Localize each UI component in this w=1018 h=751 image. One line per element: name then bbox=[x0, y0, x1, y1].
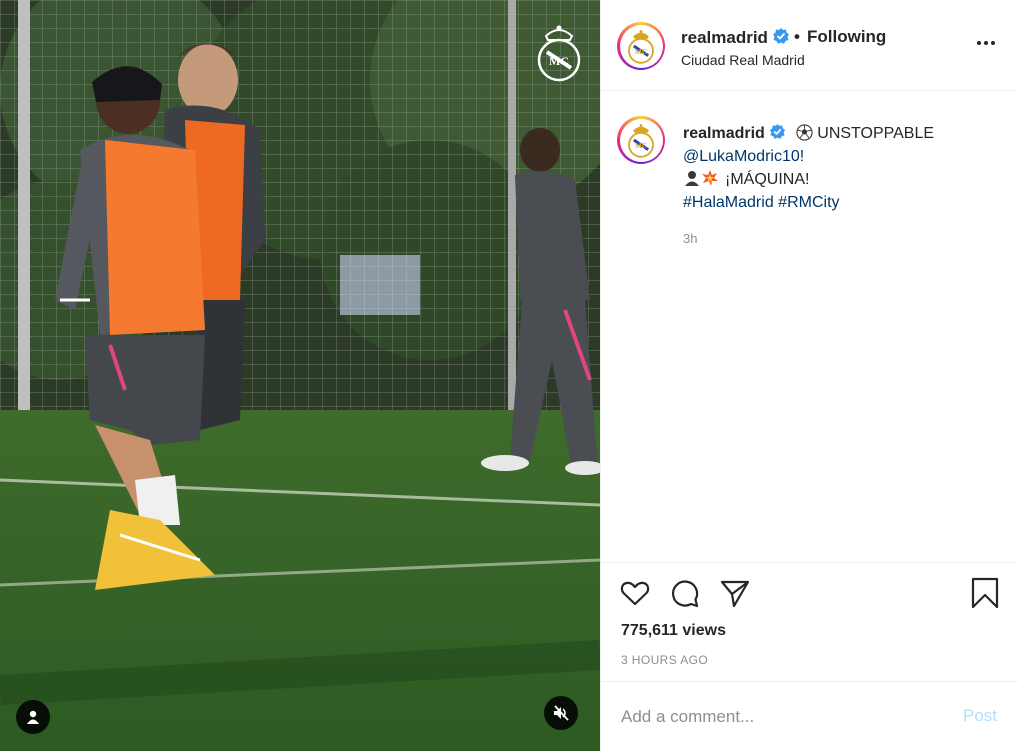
avatar[interactable]: MC bbox=[617, 22, 665, 70]
post-side-panel: MC realmadrid • Following Ciudad Real Ma… bbox=[600, 0, 1018, 751]
training-video-frame bbox=[0, 0, 600, 751]
post-header: MC realmadrid • Following Ciudad Real Ma… bbox=[601, 0, 1018, 91]
comment-icon[interactable] bbox=[669, 577, 701, 609]
instagram-post-modal: MC MC realmadrid • Following Ciudad Real… bbox=[0, 0, 1018, 751]
caption-line-3: ¡MÁQUINA! bbox=[683, 168, 1003, 191]
ellipsis-icon bbox=[977, 41, 981, 45]
action-bar: 775,611 views 3 HOURS AGO bbox=[601, 562, 1018, 667]
tagged-users-button[interactable] bbox=[16, 700, 50, 734]
hashtag-link[interactable]: #HalaMadrid bbox=[683, 194, 774, 211]
post-video[interactable]: MC bbox=[0, 0, 600, 751]
svg-text:MC: MC bbox=[635, 142, 647, 150]
user-tag-icon bbox=[27, 710, 39, 724]
comment-bar: Post bbox=[601, 681, 1018, 751]
more-options-button[interactable] bbox=[977, 38, 999, 48]
caption-timestamp[interactable]: 3h bbox=[683, 231, 697, 246]
caption-line-2: @LukaModric10! bbox=[683, 145, 1003, 168]
verified-badge-icon bbox=[769, 123, 785, 139]
header-username[interactable]: realmadrid bbox=[681, 27, 790, 48]
bust-silhouette-icon bbox=[685, 171, 699, 186]
real-madrid-crest-watermark: MC bbox=[537, 25, 581, 82]
caption-line-4: #HalaMadrid #RMCity bbox=[683, 191, 1003, 214]
comment-input[interactable] bbox=[619, 702, 923, 732]
real-madrid-crest-icon: MC bbox=[628, 124, 654, 158]
bookmark-icon[interactable] bbox=[969, 577, 1001, 609]
post-timestamp[interactable]: 3 HOURS AGO bbox=[621, 653, 708, 667]
mute-toggle-button[interactable] bbox=[544, 696, 578, 730]
caption-line-1: realmadrid UNSTOPPABLE bbox=[683, 122, 1003, 145]
caption-username[interactable]: realmadrid bbox=[683, 125, 765, 142]
heart-icon[interactable] bbox=[619, 577, 651, 609]
hashtag-link[interactable]: #RMCity bbox=[778, 194, 839, 211]
location-link[interactable]: Ciudad Real Madrid bbox=[681, 52, 805, 68]
collision-icon bbox=[702, 170, 718, 186]
caption-headline: UNSTOPPABLE bbox=[817, 125, 935, 142]
view-count[interactable]: 775,611 views bbox=[621, 622, 726, 640]
caption-text: realmadrid UNSTOPPABLE @LukaModric10! ¡M… bbox=[683, 122, 1003, 214]
soccer-ball-icon bbox=[796, 124, 813, 141]
header-separator: • bbox=[794, 27, 800, 46]
following-button[interactable]: Following bbox=[807, 27, 886, 47]
muted-speaker-icon bbox=[554, 705, 569, 721]
username-text[interactable]: realmadrid bbox=[681, 28, 768, 47]
paper-plane-icon[interactable] bbox=[719, 577, 751, 609]
caption-avatar[interactable]: MC bbox=[617, 116, 665, 164]
real-madrid-crest-icon: MC bbox=[628, 30, 654, 64]
verified-badge-icon bbox=[772, 28, 789, 44]
caption-section: MC realmadrid UNSTOPPABLE @LukaModric10!… bbox=[601, 91, 1018, 561]
svg-text:MC: MC bbox=[635, 48, 647, 56]
caption-exclamation: ¡MÁQUINA! bbox=[725, 171, 810, 188]
svg-text:MC: MC bbox=[549, 54, 569, 68]
post-comment-button[interactable]: Post bbox=[963, 706, 997, 726]
mention-link[interactable]: @LukaModric10! bbox=[683, 148, 804, 165]
